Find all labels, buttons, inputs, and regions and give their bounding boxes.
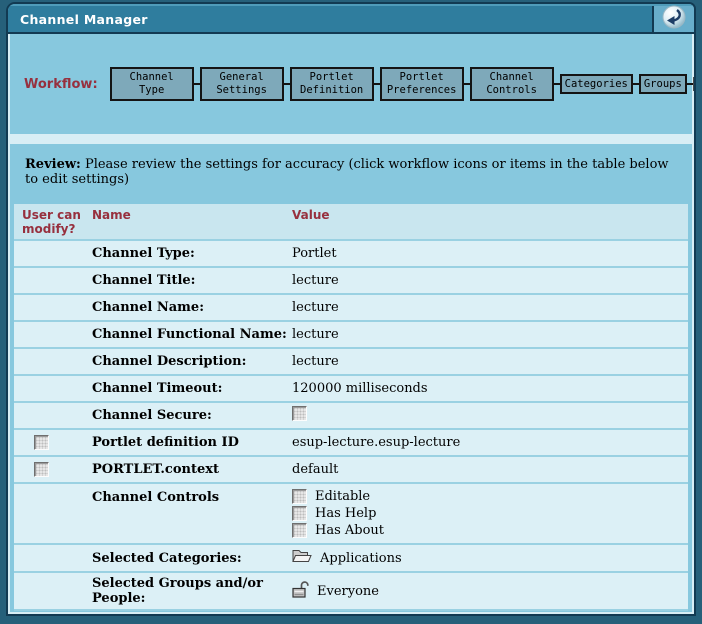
workflow-step-general-settings[interactable]: General Settings [200,67,284,100]
table-row-channel-description[interactable]: Channel Description: lecture [14,347,688,374]
row-value: Portlet [292,246,680,261]
workflow-step-categories[interactable]: Categories [560,74,633,95]
padlock-open-icon [292,580,309,602]
review-text: Please review the settings for accuracy … [25,157,669,187]
row-name[interactable]: Channel Secure: [92,408,292,423]
category-value: Applications [320,551,402,566]
editable-label: Editable [315,489,370,504]
table-row-channel-name[interactable]: Channel Name: lecture [14,293,688,320]
row-name[interactable]: Channel Controls [92,487,292,505]
control-has-help: Has Help [292,506,680,521]
table-header-row: User can modify? Name Value [14,204,688,239]
table-row-selected-categories[interactable]: Selected Categories: Applications [14,543,688,571]
has-help-checkbox[interactable] [292,506,307,521]
workflow-step-channel-type[interactable]: Channel Type [110,67,194,100]
title-bar: Channel Manager [8,4,694,34]
table-row-channel-type[interactable]: Channel Type: Portlet [14,239,688,266]
review-label: Review: [25,157,81,172]
workflow-step-portlet-definition[interactable]: Portlet Definition [290,67,374,100]
user-modify-checkbox[interactable] [34,435,49,450]
workflow-step-portlet-preferences[interactable]: Portlet Preferences [380,67,464,100]
row-name[interactable]: Portlet definition ID [92,435,292,450]
row-name[interactable]: Channel Description: [92,354,292,369]
table-row-channel-controls[interactable]: Channel Controls Editable Has Help Has A… [14,482,688,543]
channel-manager-window: Channel Manager [6,2,696,616]
window-title: Channel Manager [8,12,652,27]
workflow-section: Workflow: Channel Type General Settings … [10,34,692,134]
divider-strip [10,134,692,144]
row-value: esup-lecture.esup-lecture [292,435,680,450]
row-name[interactable]: Channel Functional Name: [92,327,292,342]
header-value: Value [292,208,680,236]
table-row-channel-secure[interactable]: Channel Secure: [14,401,688,428]
header-user-can-modify: User can modify? [22,208,92,236]
row-name[interactable]: Selected Categories: [92,551,292,566]
control-editable: Editable [292,489,680,504]
folder-open-icon [292,548,312,568]
row-name[interactable]: PORTLET.context [92,462,292,477]
table-row-portlet-context[interactable]: PORTLET.context default [14,455,688,482]
has-help-label: Has Help [315,506,376,521]
row-name[interactable]: Channel Timeout: [92,381,292,396]
row-value: lecture [292,327,680,342]
editable-checkbox[interactable] [292,489,307,504]
channel-secure-checkbox[interactable] [292,406,307,421]
user-modify-checkbox[interactable] [34,462,49,477]
group-value: Everyone [317,584,379,599]
header-name: Name [92,208,292,236]
workflow-step-groups[interactable]: Groups [639,74,687,95]
return-arrow-icon [662,5,686,33]
table-row-channel-functional-name[interactable]: Channel Functional Name: lecture [14,320,688,347]
has-about-checkbox[interactable] [292,523,307,538]
table-row-portlet-definition-id[interactable]: Portlet definition ID esup-lecture.esup-… [14,428,688,455]
control-has-about: Has About [292,523,680,538]
row-value: default [292,462,680,477]
table-row-selected-groups[interactable]: Selected Groups and/or People: Everyone [14,571,688,609]
row-name[interactable]: Channel Title: [92,273,292,288]
row-value: lecture [292,354,680,369]
row-value: lecture [292,300,680,315]
review-instructions: Review: Please review the settings for a… [10,144,692,202]
has-about-label: Has About [315,523,384,538]
settings-table: User can modify? Name Value Channel Type… [14,204,688,611]
row-name[interactable]: Channel Name: [92,300,292,315]
row-name[interactable]: Selected Groups and/or People: [92,576,292,606]
row-value: lecture [292,273,680,288]
workflow-steps: Channel Type General Settings Portlet De… [110,67,686,100]
return-arrow-button[interactable] [652,6,694,32]
workflow-arrow-icon [693,77,696,91]
content-area: Workflow: Channel Type General Settings … [8,34,694,614]
table-row-channel-title[interactable]: Channel Title: lecture [14,266,688,293]
row-name[interactable]: Channel Type: [92,246,292,261]
workflow-step-channel-controls[interactable]: Channel Controls [470,67,554,100]
workflow-label: Workflow: [24,77,98,92]
table-row-channel-timeout[interactable]: Channel Timeout: 120000 milliseconds [14,374,688,401]
row-value: 120000 milliseconds [292,381,680,396]
